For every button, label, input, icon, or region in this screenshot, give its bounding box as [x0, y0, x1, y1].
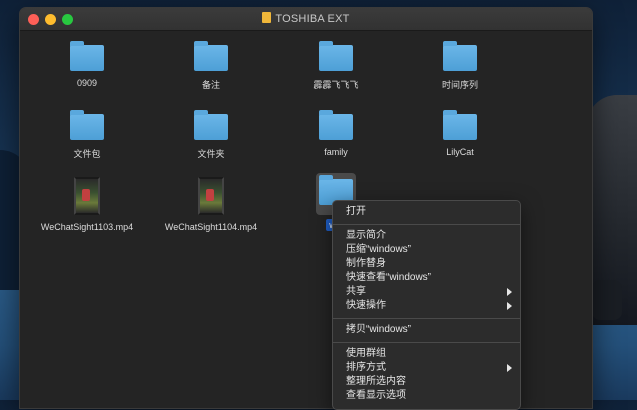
context-menu: 打开 显示简介 压缩“windows” 制作替身 快速查看“windows” 共… — [332, 200, 521, 410]
folder-icon — [70, 110, 104, 140]
folder-icon — [319, 110, 353, 140]
menu-separator — [333, 318, 520, 319]
menu-item-use-groups[interactable]: 使用群组 — [333, 347, 520, 361]
menu-item-open[interactable]: 打开 — [333, 205, 520, 219]
menu-item-share[interactable]: 共享 — [333, 285, 520, 299]
file-item-0909[interactable]: 0909 — [27, 41, 147, 88]
title-bar[interactable]: TOSHIBA EXT — [20, 8, 592, 31]
folder-icon — [70, 41, 104, 71]
file-item-family[interactable]: family — [276, 110, 396, 157]
file-item-beizhu[interactable]: 备注 — [151, 41, 271, 91]
file-name: family — [324, 147, 348, 157]
file-name: WeChatSight1104.mp4 — [164, 222, 258, 232]
file-item-wechatsight1104[interactable]: WeChatSight1104.mp4 — [151, 177, 271, 232]
file-name: 文件包 — [73, 149, 101, 159]
menu-item-share-label: 共享 — [346, 286, 366, 297]
file-name: 霹霹飞飞飞 — [313, 80, 359, 90]
file-name: 时间序列 — [441, 80, 478, 90]
file-name: LilyCat — [446, 147, 474, 157]
menu-item-quick-look[interactable]: 快速查看“windows” — [333, 271, 520, 285]
file-item-wenjianbao[interactable]: 文件包 — [27, 110, 147, 160]
video-thumbnail-icon — [74, 177, 100, 215]
file-item-wechatsight1103[interactable]: WeChatSight1103.mp4 — [27, 177, 147, 232]
menu-item-quick-actions[interactable]: 快速操作 — [333, 299, 520, 313]
external-drive-icon — [262, 12, 272, 23]
menu-item-compress[interactable]: 压缩“windows” — [333, 243, 520, 257]
file-item-wenjianjia[interactable]: 文件夹 — [151, 110, 271, 160]
folder-icon — [194, 110, 228, 140]
menu-item-sort-by[interactable]: 排序方式 — [333, 361, 520, 375]
menu-item-sort-by-label: 排序方式 — [346, 362, 386, 373]
file-name: 0909 — [76, 78, 98, 88]
window-title: TOSHIBA EXT — [275, 13, 350, 25]
folder-icon — [443, 41, 477, 71]
menu-item-copy[interactable]: 拷贝“windows” — [333, 323, 520, 337]
folder-icon — [319, 41, 353, 71]
window-title-container: TOSHIBA EXT — [20, 12, 592, 25]
video-thumbnail-icon — [198, 177, 224, 215]
menu-item-get-info[interactable]: 显示简介 — [333, 229, 520, 243]
file-item-lilycat[interactable]: LilyCat — [400, 110, 520, 157]
file-name: 备注 — [201, 80, 220, 90]
submenu-arrow-icon — [507, 288, 512, 296]
menu-separator — [333, 224, 520, 225]
file-item-shijianxulie[interactable]: 时间序列 — [400, 41, 520, 91]
menu-separator — [333, 342, 520, 343]
rock-right — [592, 280, 622, 320]
folder-icon — [194, 41, 228, 71]
file-name: WeChatSight1103.mp4 — [40, 222, 134, 232]
menu-item-clean-up[interactable]: 整理所选内容 — [333, 375, 520, 389]
file-name: 文件夹 — [197, 149, 225, 159]
menu-item-quick-actions-label: 快速操作 — [346, 300, 386, 311]
folder-icon — [443, 110, 477, 140]
submenu-arrow-icon — [507, 302, 512, 310]
file-item-pipifei[interactable]: 霹霹飞飞飞 — [276, 41, 396, 91]
menu-item-view-options[interactable]: 查看显示选项 — [333, 389, 520, 403]
submenu-arrow-icon — [507, 364, 512, 372]
menu-item-make-alias[interactable]: 制作替身 — [333, 257, 520, 271]
